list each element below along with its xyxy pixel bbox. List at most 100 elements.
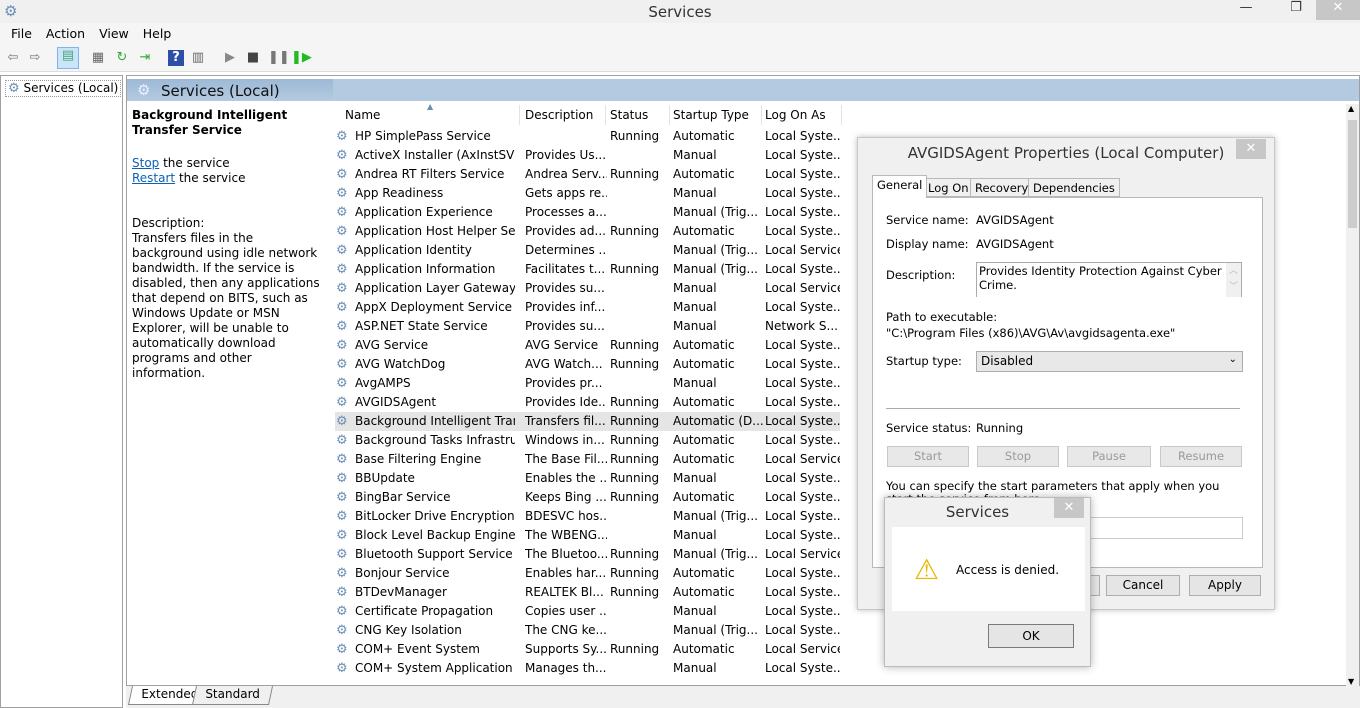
table-row[interactable]: ⚙ Bluetooth Support Service The Bluetoo...… — [335, 545, 840, 564]
table-row[interactable]: ⚙ Application Layer Gateway ... Provides s… — [335, 279, 840, 298]
dialog-close-button[interactable]: ✕ — [1236, 139, 1266, 159]
cell-startup-type: Automatic — [673, 357, 735, 371]
table-row[interactable]: ⚙ AVG Service AVG Service Running Automatic L… — [335, 336, 840, 355]
column-header-status[interactable]: Status — [607, 105, 670, 125]
table-row[interactable]: ⚙ BBUpdate Enables the ... Running Manual Loc… — [335, 469, 840, 488]
table-row[interactable]: ⚙ AvgAMPS Provides pr... Manual Local Syste.… — [335, 374, 840, 393]
column-header-log-on-as[interactable]: Log On As — [762, 105, 842, 125]
cell-name: Application Identity — [355, 243, 472, 257]
resume-service-icon[interactable]: ❚▶ — [291, 50, 312, 66]
textbox-scrollbar[interactable]: ︿ ﹀ — [1226, 263, 1241, 297]
menu-action[interactable]: Action — [39, 23, 92, 45]
table-row[interactable]: ⚙ Background Intelligent Tran... Transfers… — [335, 412, 840, 431]
scroll-up-icon[interactable]: ▲ — [1348, 104, 1354, 113]
table-row[interactable]: ⚙ ASP.NET State Service Provides su... Manu… — [335, 317, 840, 336]
table-row[interactable]: ⚙ COM+ System Application Manages th... Man… — [335, 659, 840, 678]
table-row[interactable]: ⚙ CNG Key Isolation The CNG ke... Manual (T… — [335, 621, 840, 640]
table-row[interactable]: ⚙ Andrea RT Filters Service Andrea Serv...… — [335, 165, 840, 184]
startup-type-select[interactable]: Disabled ⌄ — [976, 351, 1243, 372]
cell-description: Andrea Serv... — [525, 167, 607, 181]
table-row[interactable]: ⚙ AVGIDSAgent Provides Ide... Running Automa… — [335, 393, 840, 412]
menu-help[interactable]: Help — [136, 23, 179, 45]
cell-name: Application Experience — [355, 205, 493, 219]
menu-file[interactable]: File — [4, 23, 39, 45]
stop-button[interactable]: Stop — [977, 446, 1059, 467]
table-row[interactable]: ⚙ Certificate Propagation Copies user ... M… — [335, 602, 840, 621]
cell-startup-type: Manual — [673, 661, 717, 675]
restore-button[interactable]: ❐ — [1282, 0, 1310, 20]
tab-dependencies[interactable]: Dependencies — [1028, 178, 1120, 197]
cell-name: HP SimplePass Service — [355, 129, 491, 143]
pause-button[interactable]: Pause — [1067, 446, 1151, 467]
cell-status: Running — [610, 167, 660, 181]
cell-startup-type: Manual (Trig... — [673, 243, 758, 257]
gear-icon: ⚙ — [336, 585, 348, 600]
scrollbar-thumb[interactable] — [1348, 120, 1357, 228]
table-row[interactable]: ⚙ BTDevManager REALTEK Bl... Running Automat… — [335, 583, 840, 602]
start-button[interactable]: Start — [887, 446, 969, 467]
service-name-label: Service name: — [886, 213, 969, 227]
apply-button[interactable]: Apply — [1189, 575, 1261, 596]
tab-recovery[interactable]: Recovery — [970, 178, 1034, 197]
table-row[interactable]: ⚙ Base Filtering Engine The Base Fil... Run… — [335, 450, 840, 469]
table-row[interactable]: ⚙ Background Tasks Infrastru... Windows in… — [335, 431, 840, 450]
tab-general[interactable]: General — [872, 175, 928, 198]
message-close-button[interactable]: ✕ — [1054, 498, 1084, 518]
table-row[interactable]: ⚙ Application Identity Determines ... Manua… — [335, 241, 840, 260]
description-textbox[interactable]: Provides Identity Protection Against Cyb… — [976, 262, 1242, 297]
table-row[interactable]: ⚙ App Readiness Gets apps re... Manual Local… — [335, 184, 840, 203]
table-row[interactable]: ⚙ Application Experience Processes a... Man… — [335, 203, 840, 222]
table-row[interactable]: ⚙ AVG WatchDog AVG Watch... Running Automati… — [335, 355, 840, 374]
table-row[interactable]: ⚙ BitLocker Drive Encryption ... BDESVC ho… — [335, 507, 840, 526]
table-row[interactable]: ⚙ COM+ Event System Supports Sy... Running A… — [335, 640, 840, 659]
gear-icon: ⚙ — [336, 338, 348, 353]
cell-name: BitLocker Drive Encryption ... — [355, 509, 515, 523]
cell-description: Provides su... — [525, 319, 605, 333]
tab-label: Standard — [205, 687, 260, 701]
tab-log-on[interactable]: Log On — [923, 178, 974, 197]
properties-icon[interactable]: ▦ — [90, 50, 106, 66]
help-icon[interactable]: ? — [168, 50, 184, 66]
table-row[interactable]: ⚙ BingBar Service Keeps Bing ... Running Aut… — [335, 488, 840, 507]
cell-description: Determines ... — [525, 243, 607, 257]
column-header-name[interactable]: Name ▲ — [342, 102, 520, 125]
table-row[interactable]: ⚙ Application Host Helper Ser... Provides … — [335, 222, 840, 241]
column-header-startup-type[interactable]: Startup Type — [670, 105, 762, 125]
title-bar: ⚙ Services — ❐ ✕ — [0, 0, 1360, 23]
forward-icon[interactable]: ⇨ — [27, 50, 43, 66]
chevron-down-icon: ⌄ — [1228, 354, 1237, 365]
column-header-description[interactable]: Description — [522, 105, 606, 125]
table-row[interactable]: ⚙ HP SimplePass Service Running Automatic Lo… — [335, 127, 840, 146]
tab-standard[interactable]: Standard — [191, 686, 273, 705]
table-row[interactable]: ⚙ ActiveX Installer (AxInstSV) Provides Us… — [335, 146, 840, 165]
cell-description: Provides Us... — [525, 148, 607, 162]
resume-button[interactable]: Resume — [1160, 446, 1242, 467]
export-icon[interactable]: ⇥ — [137, 50, 153, 66]
table-row[interactable]: ⚙ Block Level Backup Engine ... The WBENG.… — [335, 526, 840, 545]
gear-icon: ⚙ — [336, 490, 348, 505]
restart-suffix: the service — [175, 171, 246, 185]
cell-status: Running — [610, 433, 660, 447]
scroll-down-icon[interactable]: ▼ — [1348, 677, 1354, 686]
stop-service-icon[interactable]: ■ — [245, 50, 261, 66]
refresh-icon[interactable]: ↻ — [114, 50, 130, 66]
stop-link[interactable]: Stop — [132, 156, 159, 170]
console-icon[interactable]: ▥ — [190, 50, 206, 66]
window-title: Services — [648, 3, 712, 21]
ok-button[interactable]: OK — [988, 624, 1074, 648]
cancel-button[interactable]: Cancel — [1106, 575, 1180, 596]
show-hide-tree-icon[interactable]: ▤ — [57, 47, 79, 69]
start-service-icon[interactable]: ▶ — [222, 50, 238, 66]
close-button[interactable]: ✕ — [1316, 0, 1360, 20]
vertical-scrollbar[interactable]: ▲ ▼ — [1346, 104, 1359, 686]
tree-item-services-local[interactable]: ⚙ Services (Local) — [5, 80, 122, 97]
table-row[interactable]: ⚙ AppX Deployment Service (... Provides in… — [335, 298, 840, 317]
pause-service-icon[interactable]: ❚❚ — [268, 50, 290, 66]
restart-link[interactable]: Restart — [132, 171, 175, 185]
minimize-button[interactable]: — — [1232, 0, 1260, 20]
table-row[interactable]: ⚙ Bonjour Service Enables har... Running Aut… — [335, 564, 840, 583]
bottom-tabs: Extended Standard — [126, 686, 1360, 708]
menu-view[interactable]: View — [92, 23, 136, 45]
table-row[interactable]: ⚙ Application Information Facilitates t...… — [335, 260, 840, 279]
back-icon[interactable]: ⇦ — [5, 50, 21, 66]
